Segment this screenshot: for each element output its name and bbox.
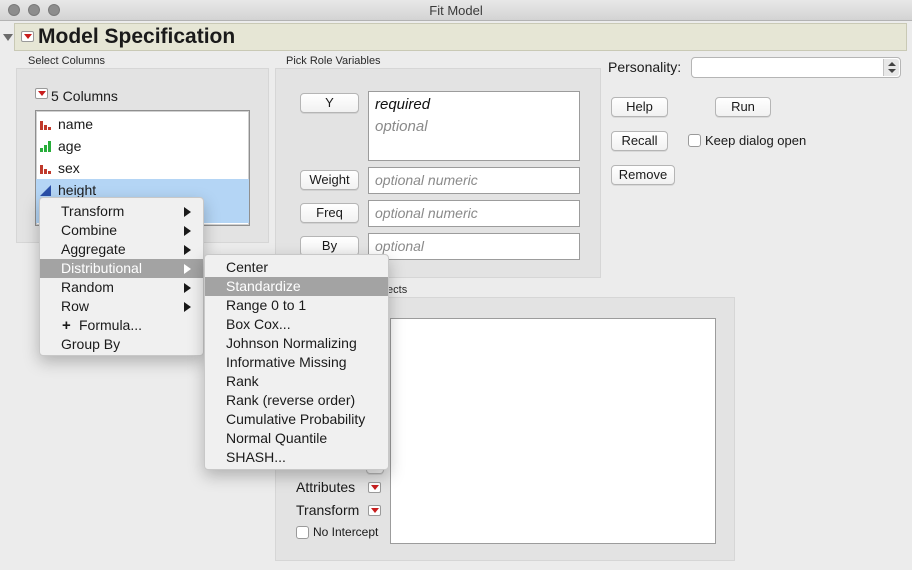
submenu-item-range[interactable]: Range 0 to 1 (205, 296, 388, 315)
menu-item-combine[interactable]: Combine (40, 221, 203, 240)
page-title: Model Specification (38, 25, 236, 48)
freq-field[interactable]: optional numeric (368, 200, 580, 227)
submenu-item-box-cox[interactable]: Box Cox... (205, 315, 388, 334)
continuous-triangle-icon (40, 185, 51, 196)
close-window-button[interactable] (8, 4, 20, 16)
menu-item-formula[interactable]: + Formula... (40, 316, 203, 335)
submenu-item-rank[interactable]: Rank (205, 372, 388, 391)
no-intercept-checkbox[interactable] (296, 526, 309, 539)
remove-button[interactable]: Remove (611, 165, 675, 185)
pick-role-label: Pick Role Variables (286, 55, 381, 67)
menu-item-distributional[interactable]: Distributional (40, 259, 203, 278)
plus-icon: + (62, 317, 71, 334)
window-title: Fit Model (429, 3, 483, 18)
minimize-window-button[interactable] (28, 4, 40, 16)
ordinal-bars-icon (40, 141, 51, 152)
submenu-item-cumulative-probability[interactable]: Cumulative Probability (205, 410, 388, 429)
by-field[interactable]: optional (368, 233, 580, 260)
recall-button[interactable]: Recall (611, 131, 668, 151)
zoom-window-button[interactable] (48, 4, 60, 16)
weight-button[interactable]: Weight (300, 170, 359, 190)
column-item-sex[interactable]: sex (36, 157, 249, 179)
submenu-arrow-icon (184, 226, 191, 236)
attributes-red-triangle-icon[interactable] (368, 482, 381, 493)
submenu-arrow-icon (184, 264, 191, 274)
nominal-bars-icon (40, 121, 51, 130)
submenu-arrow-icon (184, 245, 191, 255)
weight-field[interactable]: optional numeric (368, 167, 580, 194)
y-required-text: required (375, 96, 431, 113)
attributes-label: Attributes (296, 479, 356, 495)
submenu-arrow-icon (184, 302, 191, 312)
effects-list[interactable] (390, 318, 716, 544)
keep-open-label: Keep dialog open (705, 133, 807, 148)
select-stepper-icon (883, 59, 899, 76)
submenu-item-center[interactable]: Center (205, 258, 388, 277)
submenu-item-normal-quantile[interactable]: Normal Quantile (205, 429, 388, 448)
distributional-submenu: Center Standardize Range 0 to 1 Box Cox.… (204, 254, 389, 470)
menu-item-row[interactable]: Row (40, 297, 203, 316)
submenu-item-shash[interactable]: SHASH... (205, 448, 388, 467)
column-context-menu: Transform Combine Aggregate Distribution… (39, 197, 204, 356)
submenu-item-standardize[interactable]: Standardize (205, 277, 388, 296)
menu-item-transform[interactable]: Transform (40, 202, 203, 221)
transform-label: Transform (296, 502, 360, 518)
by-button[interactable]: By (300, 236, 359, 256)
run-button[interactable]: Run (715, 97, 771, 117)
y-optional-text: optional (375, 118, 428, 135)
disclosure-triangle-icon[interactable] (3, 34, 13, 41)
transform-red-triangle-icon[interactable] (368, 505, 381, 516)
red-triangle-menu-icon[interactable] (21, 31, 34, 42)
submenu-arrow-icon (184, 283, 191, 293)
column-item-name[interactable]: name (36, 113, 249, 135)
submenu-item-rank-reverse[interactable]: Rank (reverse order) (205, 391, 388, 410)
column-item-age[interactable]: age (36, 135, 249, 157)
keep-open-checkbox[interactable] (688, 134, 701, 147)
menu-item-group-by[interactable]: Group By (40, 335, 203, 354)
no-intercept-label: No Intercept (313, 525, 379, 539)
y-button[interactable]: Y (300, 93, 359, 113)
columns-red-triangle-icon[interactable] (35, 88, 48, 99)
submenu-item-johnson[interactable]: Johnson Normalizing (205, 334, 388, 353)
select-columns-label: Select Columns (28, 55, 106, 67)
help-button[interactable]: Help (611, 97, 668, 117)
menu-item-random[interactable]: Random (40, 278, 203, 297)
columns-count-label: 5 Columns (51, 88, 118, 104)
freq-button[interactable]: Freq (300, 203, 359, 223)
personality-select[interactable] (691, 57, 901, 78)
submenu-arrow-icon (184, 207, 191, 217)
y-role-list[interactable]: required optional (368, 91, 580, 161)
title-bar: Fit Model (0, 0, 912, 21)
nominal-bars-icon (40, 165, 51, 174)
submenu-item-informative-missing[interactable]: Informative Missing (205, 353, 388, 372)
personality-label: Personality: (608, 59, 682, 75)
menu-item-aggregate[interactable]: Aggregate (40, 240, 203, 259)
